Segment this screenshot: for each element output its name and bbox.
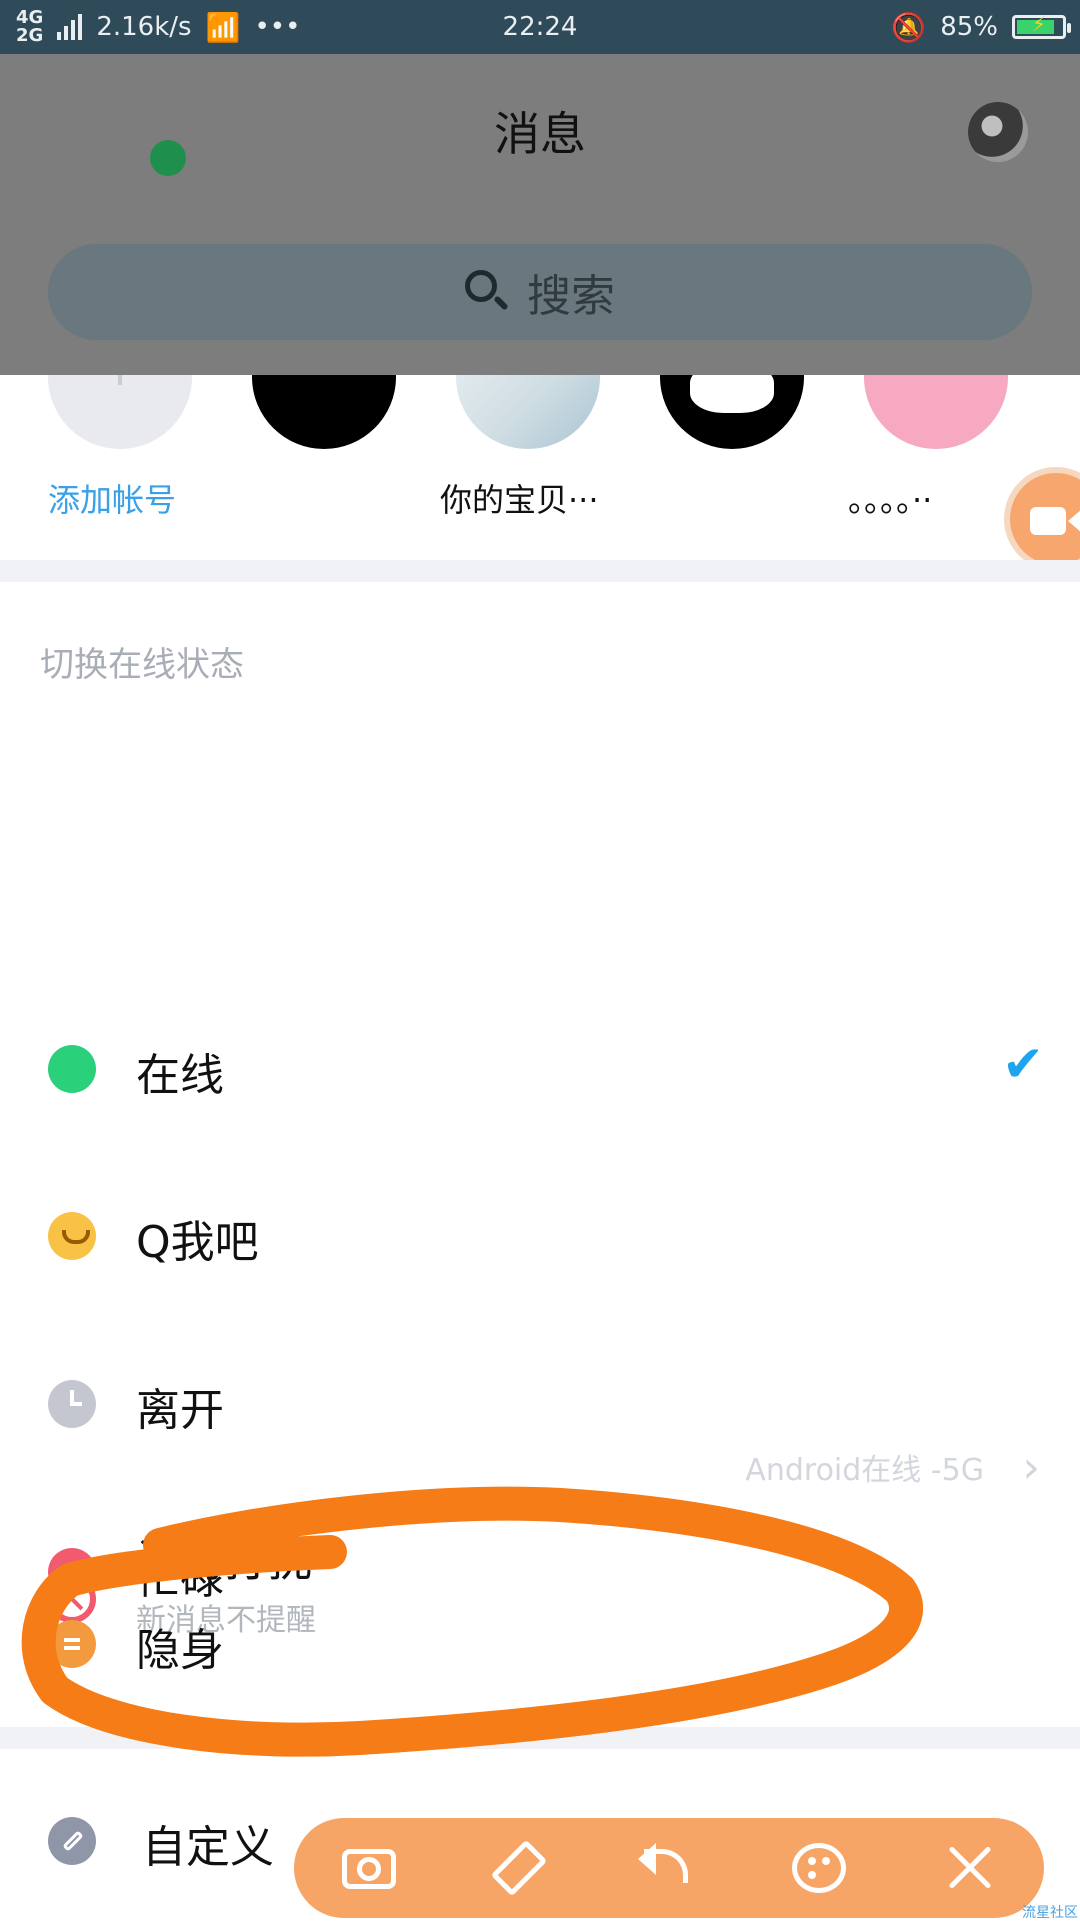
screenshot-edit-toolbar xyxy=(294,1818,1044,1918)
account-strip: 添加帐号 你的宝贝··· 。。。。·· xyxy=(0,375,1080,571)
checkmark-icon: ✔ xyxy=(1002,1035,1044,1093)
profile-avatar[interactable] xyxy=(968,102,1028,162)
no-entry-icon xyxy=(48,1575,96,1623)
account-avatar[interactable] xyxy=(864,375,1008,449)
online-dot-icon xyxy=(48,1045,96,1093)
status-label: Q我吧 xyxy=(136,1217,259,1268)
account-avatar[interactable] xyxy=(252,375,396,449)
pencil-icon xyxy=(48,1817,96,1865)
chevron-right-icon: › xyxy=(1022,1442,1040,1493)
battery-percent: 85% xyxy=(940,12,998,42)
video-camera-icon xyxy=(1030,507,1080,535)
account-avatar[interactable] xyxy=(456,375,600,449)
divider xyxy=(0,560,1080,582)
status-item-online[interactable]: 在线 ✔ xyxy=(0,1035,1080,1165)
status-item-q-me[interactable]: Q我吧 xyxy=(0,1212,1080,1332)
camera-icon[interactable] xyxy=(334,1833,404,1903)
status-item-invisible[interactable]: 隐身 xyxy=(0,1620,1080,1740)
device-status: Android在线 -5G xyxy=(745,1453,984,1488)
invisible-icon xyxy=(48,1620,96,1668)
section-title: 切换在线状态 xyxy=(40,645,244,685)
add-account-label[interactable]: 添加帐号 xyxy=(48,475,176,521)
status-label: 在线 xyxy=(136,1050,224,1101)
charging-bolt-icon: ⚡ xyxy=(1031,12,1047,36)
account-avatar[interactable] xyxy=(660,375,804,449)
status-bar: 4G 2G 2.16k/s 📶 ••• 22:24 🔕 85% ⚡ xyxy=(0,0,1080,54)
status-label: 请勿打扰 xyxy=(136,1536,312,1587)
close-icon[interactable] xyxy=(934,1833,1004,1903)
account-label[interactable]: 你的宝贝··· xyxy=(440,475,599,521)
account-label[interactable]: 。。。。·· xyxy=(848,475,932,521)
search-placeholder: 搜索 xyxy=(527,271,615,322)
battery-icon: ⚡ xyxy=(1012,12,1071,39)
online-status-dot-icon[interactable] xyxy=(150,140,186,176)
mute-bell-icon: 🔕 xyxy=(891,10,927,44)
video-call-button[interactable] xyxy=(1004,467,1080,571)
clock-icon xyxy=(48,1380,96,1428)
custom-label: 自定义 xyxy=(142,1822,274,1873)
status-label: 隐身 xyxy=(136,1625,224,1676)
watermark: 流星社区 xyxy=(1022,1905,1078,1921)
status-item-do-not-disturb[interactable]: 请勿打扰 新消息不提醒 xyxy=(0,1475,1080,1638)
palette-icon[interactable] xyxy=(784,1833,854,1903)
search-icon xyxy=(465,270,509,314)
eraser-icon[interactable] xyxy=(484,1833,554,1903)
search-bar[interactable]: 搜索 xyxy=(48,244,1032,340)
divider xyxy=(0,1727,1080,1749)
status-sheet: 添加帐号 你的宝贝··· 。。。。·· 切换在线状态 在线 ✔ Q我吧 离开 忙… xyxy=(0,375,1080,1920)
undo-icon[interactable] xyxy=(634,1833,704,1903)
smile-icon xyxy=(48,1212,96,1260)
add-account-avatar[interactable] xyxy=(48,375,192,449)
status-label: 离开 xyxy=(136,1385,224,1436)
